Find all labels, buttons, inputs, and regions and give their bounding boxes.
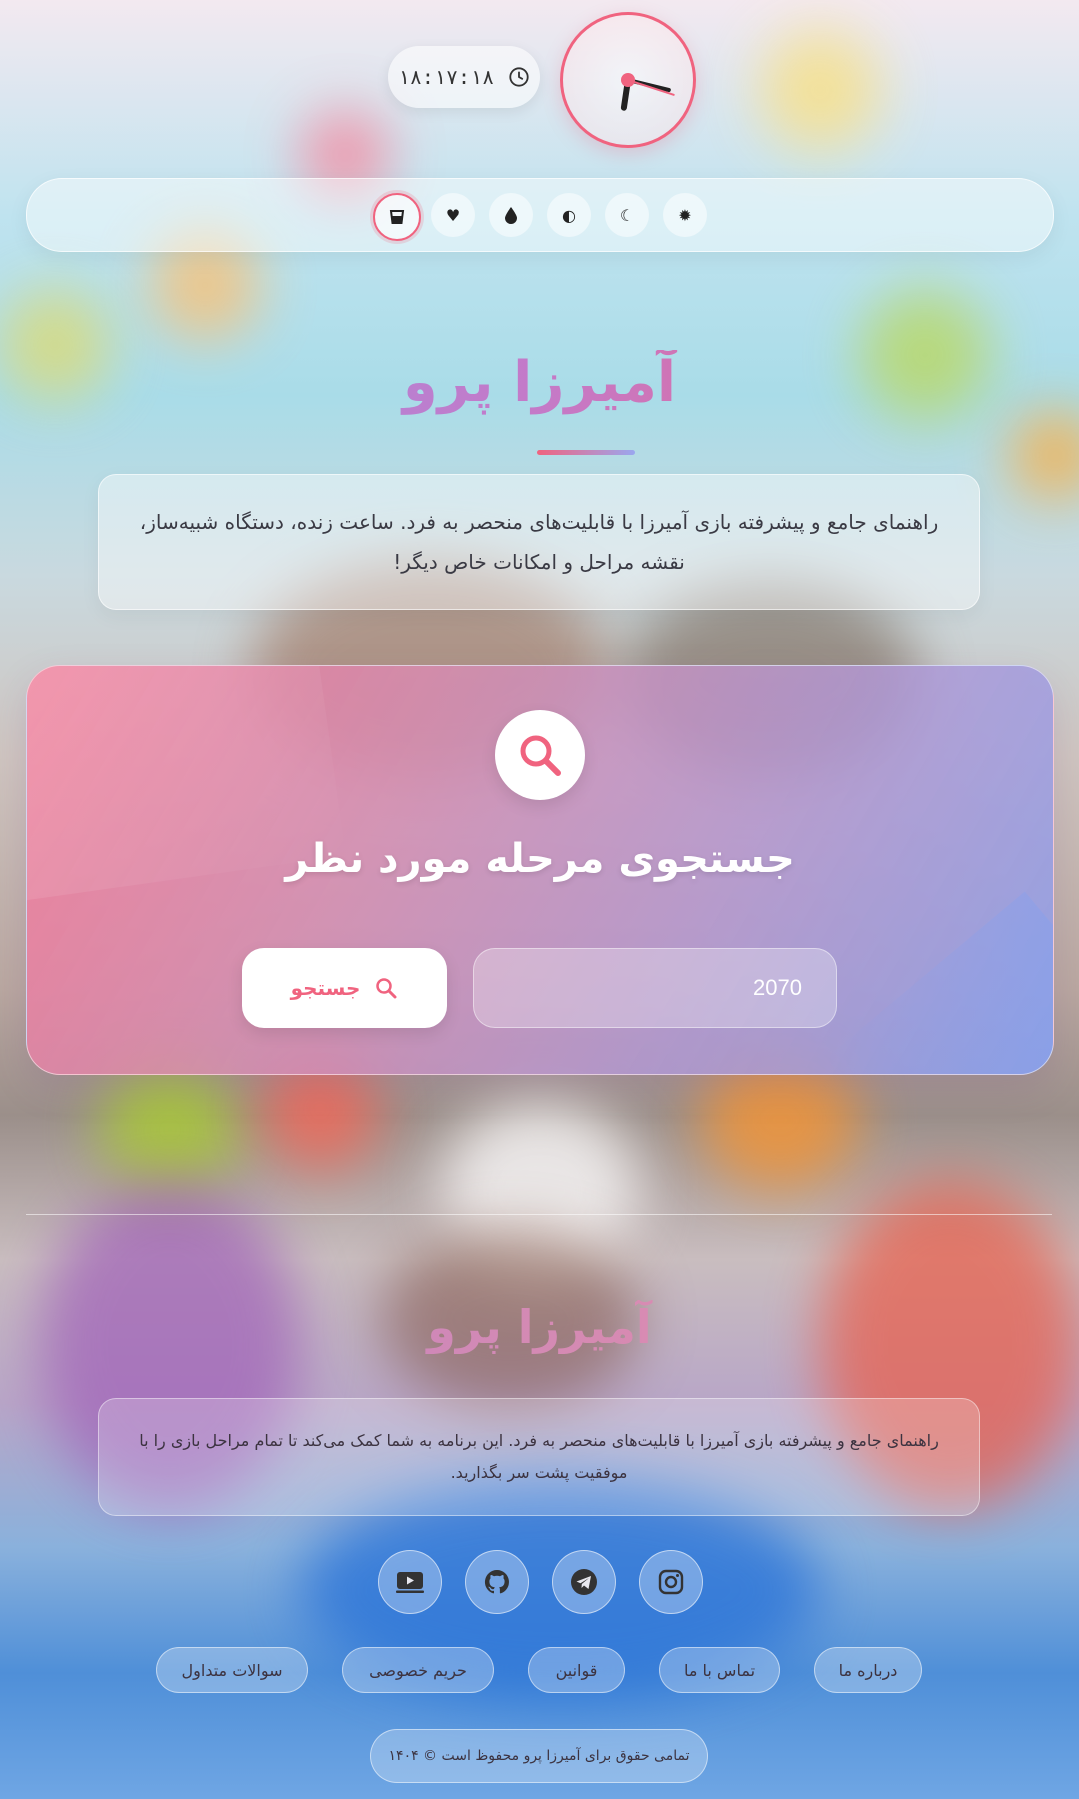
telegram-link[interactable]	[552, 1550, 616, 1614]
clock-icon	[509, 67, 529, 87]
time-text: ۱۸:۱۷:۱۸	[397, 65, 495, 89]
description-card: راهنمای جامع و پیشرفته بازی آمیرزا با قا…	[98, 474, 980, 610]
footer-link-faq-label: سوالات متداول	[181, 1660, 283, 1680]
footer-link-rules-label: قوانین	[555, 1660, 598, 1680]
copyright-text: تمامی حقوق برای آمیرزا پرو محفوظ است © ۱…	[388, 1748, 690, 1764]
footer-link-faq[interactable]: سوالات متداول	[156, 1647, 308, 1693]
title-underline	[537, 450, 635, 455]
theme-toolbar: ♥ ◐ ☾ ✹	[26, 178, 1054, 252]
github-icon	[484, 1569, 509, 1594]
analog-clock-face	[620, 73, 675, 111]
footer-link-contact[interactable]: تماس با ما	[659, 1647, 780, 1693]
analog-clock	[560, 12, 696, 148]
instagram-link[interactable]	[639, 1550, 703, 1614]
theme-button-sun[interactable]: ✹	[663, 193, 707, 237]
search-button-icon	[376, 978, 397, 999]
search-badge	[495, 710, 585, 800]
github-link[interactable]	[465, 1550, 529, 1614]
theme-button-drop[interactable]	[489, 193, 533, 237]
search-card: جستجوی مرحله مورد نظر جستجو	[26, 665, 1054, 1075]
footer-description-text: راهنمای جامع و پیشرفته بازی آمیرزا با قا…	[139, 1431, 939, 1482]
footer-description: راهنمای جامع و پیشرفته بازی آمیرزا با قا…	[98, 1398, 980, 1516]
footer-link-contact-label: تماس با ما	[683, 1660, 756, 1680]
search-title: جستجوی مرحله مورد نظر	[285, 836, 795, 882]
telegram-icon	[571, 1569, 597, 1595]
search-icon	[520, 735, 561, 776]
footer-divider	[26, 1214, 1052, 1215]
contrast-icon: ◐	[562, 205, 576, 225]
moon-icon: ☾	[619, 205, 635, 225]
footer-link-about-label: درباره ما	[838, 1660, 898, 1680]
digital-clock: ۱۸:۱۷:۱۸	[388, 46, 540, 108]
search-button-label: جستجو	[290, 976, 361, 1000]
copyright: تمامی حقوق برای آمیرزا پرو محفوظ است © ۱…	[370, 1729, 708, 1783]
theme-button-glass[interactable]	[373, 193, 421, 241]
footer-link-rules[interactable]: قوانین	[528, 1647, 625, 1693]
youtube-link[interactable]	[378, 1550, 442, 1614]
instagram-icon	[658, 1569, 684, 1595]
glass-icon	[389, 210, 405, 224]
heart-icon: ♥	[445, 205, 461, 225]
footer-link-privacy[interactable]: حریم خصوصی	[342, 1647, 494, 1693]
footer-link-about[interactable]: درباره ما	[814, 1647, 922, 1693]
footer-link-privacy-label: حریم خصوصی	[369, 1660, 467, 1680]
theme-button-moon[interactable]: ☾	[605, 193, 649, 237]
youtube-icon	[396, 1572, 424, 1593]
sun-icon: ✹	[678, 205, 692, 225]
second-hand	[627, 79, 675, 96]
level-search-input[interactable]	[473, 948, 837, 1028]
search-button[interactable]: جستجو	[242, 948, 447, 1028]
description-text: راهنمای جامع و پیشرفته بازی آمیرزا با قا…	[139, 510, 939, 574]
footer-title: آمیرزا پرو	[0, 1300, 1079, 1354]
drop-icon	[505, 207, 517, 224]
theme-button-heart[interactable]: ♥	[431, 193, 475, 237]
theme-button-contrast[interactable]: ◐	[547, 193, 591, 237]
page-title: آمیرزا پرو	[0, 350, 1079, 415]
